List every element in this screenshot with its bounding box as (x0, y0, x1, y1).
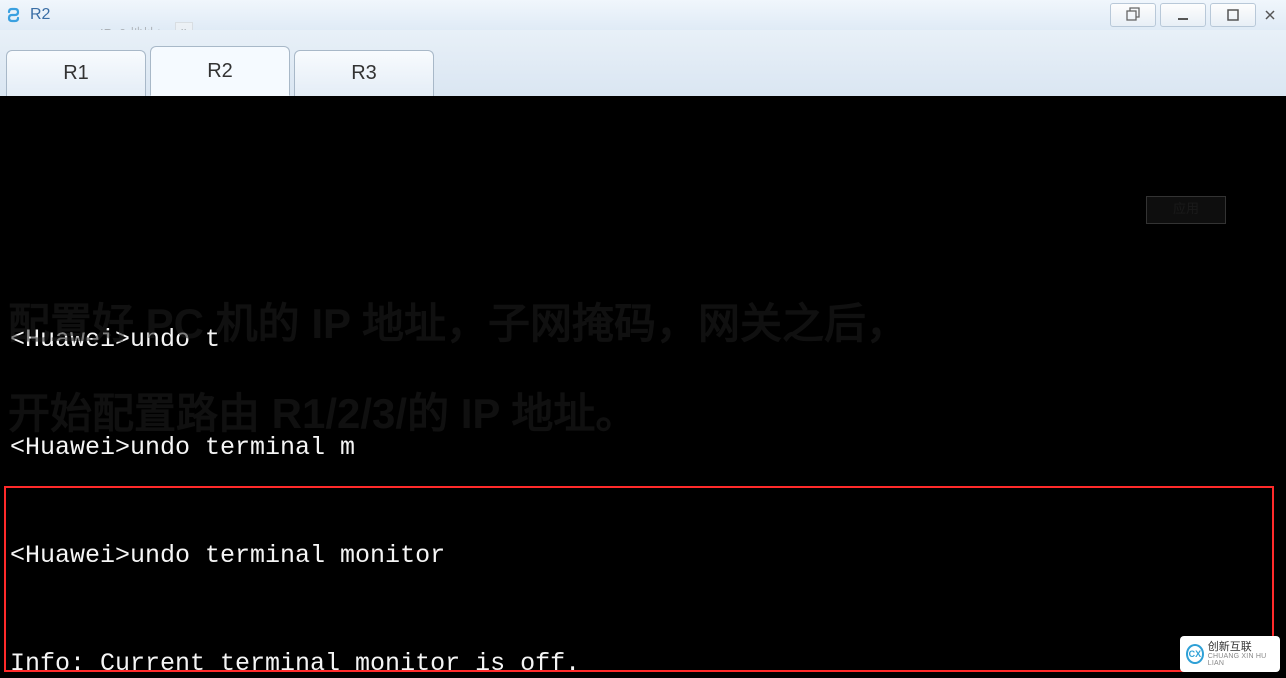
ghost-apply-button: 应用 (1146, 196, 1226, 224)
app-icon (6, 6, 24, 24)
close-button[interactable] (1260, 3, 1280, 27)
terminal-line: <Huawei>undo terminal m (10, 430, 1276, 466)
maximize-button[interactable] (1210, 3, 1256, 27)
tabs-bar: R1 R2 R3 (0, 30, 1286, 96)
tab-label: R3 (351, 62, 377, 85)
ghost-overlay-line2: 开始配置路由 R1/2/3/的 IP 地址。 (8, 396, 637, 432)
terminal-output[interactable]: 配置好 PC 机的 IP 地址，子网掩码，网关之后， 开始配置路由 R1/2/3… (0, 96, 1286, 678)
minimize-icon (1176, 8, 1190, 22)
tab-label: R1 (63, 62, 89, 85)
tab-r1[interactable]: R1 (6, 50, 146, 96)
restore-icon (1125, 7, 1141, 23)
tab-label: R2 (207, 60, 233, 83)
watermark-en: CHUANG XIN HU LIAN (1208, 653, 1274, 667)
watermark: CX 创新互联 CHUANG XIN HU LIAN (1180, 636, 1280, 672)
watermark-icon: CX (1186, 644, 1204, 664)
watermark-cn: 创新互联 (1208, 642, 1274, 653)
tab-r2[interactable]: R2 (150, 46, 290, 96)
maximize-icon (1226, 8, 1240, 22)
red-highlight-box (4, 486, 1274, 672)
minimize-button[interactable] (1160, 3, 1206, 27)
terminal-line: <Huawei>undo t (10, 322, 1276, 358)
terminal-line: Info: Current terminal monitor is off. (10, 646, 1276, 678)
close-icon (1263, 8, 1277, 22)
tab-r3[interactable]: R3 (294, 50, 434, 96)
window-controls (1106, 3, 1280, 27)
restore-window-button[interactable] (1110, 3, 1156, 27)
terminal-line: <Huawei>undo terminal monitor (10, 538, 1276, 574)
